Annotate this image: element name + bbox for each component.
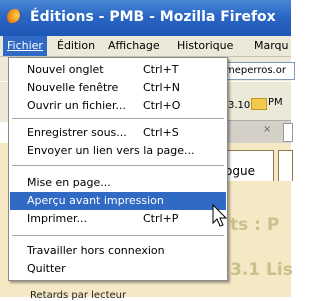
menu-historique-label: Historique [177, 39, 234, 52]
page-tab-label: ogue [225, 164, 255, 178]
menu-fichier-label: Fichier [7, 39, 43, 52]
menu-item-print[interactable]: Imprimer... Ctrl+P [10, 210, 226, 228]
menu-historique[interactable]: Historique [177, 39, 233, 52]
window-title: Éditions - PMB - Mozilla Firefox [30, 9, 276, 25]
bookmark-folder-icon[interactable] [251, 98, 267, 110]
menu-item-label: Aperçu avant impression [27, 194, 164, 207]
menu-affichage-label: Affichage [108, 39, 160, 52]
page-footer-text: Retards par lecteur [30, 290, 127, 301]
url-bar[interactable]: meperros.or [222, 62, 295, 80]
menu-fichier[interactable]: Fichier [3, 36, 47, 56]
menu-item-save-as[interactable]: Enregistrer sous... Ctrl+S [10, 124, 226, 142]
menu-item-label: Travailler hors connexion [27, 244, 165, 257]
browser-tab[interactable] [283, 123, 293, 142]
menu-item-work-offline[interactable]: Travailler hors connexion [10, 242, 226, 260]
firefox-logo-icon [7, 9, 23, 25]
menu-item-shortcut: Ctrl+N [143, 81, 181, 94]
menu-edition[interactable]: Édition [57, 39, 95, 52]
menu-item-open-file[interactable]: Ouvrir un fichier... Ctrl+O [10, 97, 226, 115]
menu-item-label: Nouvel onglet [27, 63, 104, 76]
file-menu-dropdown: Nouvel onglet Ctrl+T Nouvelle fenêtre Ct… [8, 57, 228, 281]
page-subheading: 3.1 Lis [230, 260, 293, 280]
menu-item-shortcut: Ctrl+P [143, 212, 179, 225]
bookmark-version-text[interactable]: 3.10 [228, 100, 250, 111]
menu-item-print-preview[interactable]: Aperçu avant impression [10, 192, 226, 210]
page-tab-next[interactable] [278, 150, 293, 181]
menu-marque-pages[interactable]: Marqu [254, 39, 289, 52]
menu-separator [12, 165, 224, 166]
menu-item-shortcut: Ctrl+S [143, 126, 179, 139]
menu-item-label: Envoyer un lien vers la page... [27, 144, 195, 157]
menu-item-label: Imprimer... [27, 212, 88, 225]
browser-tab-bar [224, 120, 291, 143]
menu-separator [12, 118, 224, 119]
menu-item-send-link[interactable]: Envoyer un lien vers la page... [10, 142, 226, 160]
tab-close-icon[interactable]: × [263, 124, 271, 135]
page-heading: ts : P [230, 215, 280, 235]
menu-item-label: Enregistrer sous... [27, 126, 127, 139]
bookmark-pm-label[interactable]: PM [268, 97, 283, 108]
window-titlebar[interactable]: Éditions - PMB - Mozilla Firefox [0, 0, 291, 36]
menu-marque-pages-label: Marqu [254, 39, 289, 52]
menu-item-label: Nouvelle fenêtre [27, 81, 119, 94]
menu-item-shortcut: Ctrl+T [143, 63, 179, 76]
menu-item-quit[interactable]: Quitter [10, 260, 226, 278]
menu-item-new-window[interactable]: Nouvelle fenêtre Ctrl+N [10, 79, 226, 97]
mouse-pointer-icon [212, 204, 228, 227]
menu-separator [12, 235, 224, 236]
menu-edition-label: Édition [57, 39, 96, 52]
menu-item-label: Quitter [27, 262, 66, 275]
menu-item-page-setup[interactable]: Mise en page... [10, 174, 226, 192]
menu-item-new-tab[interactable]: Nouvel onglet Ctrl+T [10, 61, 226, 79]
menu-bar: Fichier Édition Affichage Historique Mar… [0, 36, 291, 57]
menu-item-label: Mise en page... [27, 176, 111, 189]
menu-item-shortcut: Ctrl+O [143, 99, 181, 112]
menu-affichage[interactable]: Affichage [108, 39, 160, 52]
menu-item-label: Ouvrir un fichier... [27, 99, 126, 112]
